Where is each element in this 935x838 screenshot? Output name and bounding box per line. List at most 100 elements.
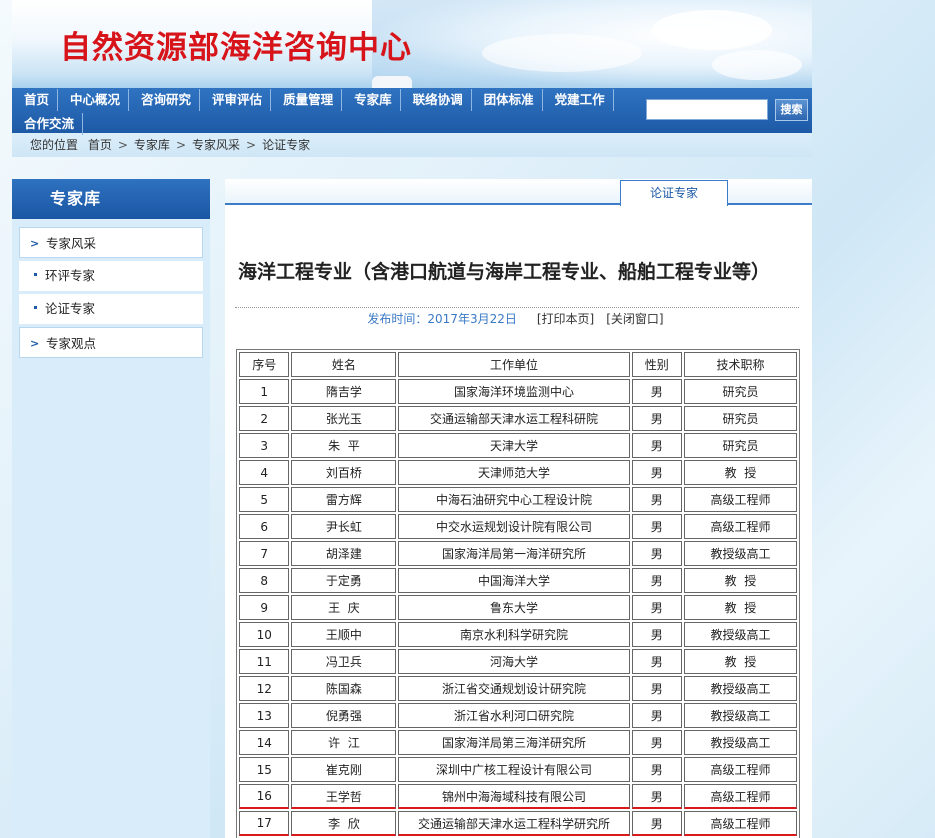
breadcrumb-link[interactable]: 论证专家 [262, 138, 310, 152]
breadcrumb-prefix: 您的位置 [30, 138, 79, 152]
publish-date: 2017年3月22日 [427, 312, 517, 326]
search-button[interactable]: 搜索 [775, 99, 808, 121]
table-cell: 男 [631, 568, 682, 593]
table-cell: 男 [631, 622, 682, 647]
sidebar-sub-item[interactable]: 环评专家 [19, 261, 203, 291]
nav-items: 首页 中心概况 咨询研究 评审评估 质量管理 专家库 联络协调 团体标准 党建工作合作交流 [12, 88, 622, 136]
table-cell: 10 [239, 622, 290, 647]
page: 自然资源部海洋咨询中心 首页 中心概况 咨询研究 评审评估 质量管理 专家库 联络协调 团体标… [12, 0, 812, 838]
table-cell: 男 [631, 379, 682, 404]
sidebar-item-label: 专家风采 [46, 236, 97, 251]
breadcrumb-link[interactable]: 专家库 [134, 138, 170, 152]
bullet-icon [34, 273, 37, 276]
table-row: 8 于定勇 中国海洋大学男教 授 [239, 568, 797, 593]
table-cell: 男 [631, 784, 682, 809]
table-cell: 研究员 [683, 379, 797, 404]
site-title: 自然资源部海洋咨询中心 [60, 30, 412, 66]
sidebar-item-label: 论证专家 [45, 301, 96, 316]
table-cell: 陈国森 [291, 676, 397, 701]
breadcrumb-separator: > [246, 138, 257, 152]
print-page-link[interactable]: [打印本页] [537, 312, 594, 326]
table-cell: 9 [239, 595, 290, 620]
article-title: 海洋工程专业（含港口航道与海岸工程专业、船舶工程专业等） [238, 261, 771, 283]
sidebar-menu: > 专家风采 环评专家 论证专家 > 专家观点 [12, 219, 210, 838]
table-cell: 崔克刚 [291, 757, 397, 782]
table-cell: 男 [631, 649, 682, 674]
table-cell: 男 [631, 811, 682, 836]
table-cell: 教授级高工 [683, 703, 797, 728]
table-cell: 男 [631, 703, 682, 728]
nav-item[interactable]: 评审评估 [200, 89, 272, 111]
table-cell: 刘百桥 [291, 460, 397, 485]
table-cell: 男 [631, 487, 682, 512]
table-cell: 6 [239, 514, 290, 539]
sidebar-section-item[interactable]: > 专家观点 [19, 327, 203, 358]
breadcrumb-separator: > [117, 138, 128, 152]
nav-item[interactable]: 专家库 [342, 89, 401, 111]
table-cell: 男 [631, 595, 682, 620]
nav-item[interactable]: 党建工作 [543, 89, 614, 111]
table-row: 5 雷方辉 中海石油研究中心工程设计院男高级工程师 [239, 487, 797, 512]
nav-item[interactable]: 联络协调 [401, 89, 472, 111]
banner-cloud [652, 10, 772, 50]
nav-item[interactable]: 中心概况 [58, 89, 130, 111]
banner-cloud [482, 34, 642, 72]
table-cell: 交通运输部天津水运工程科学研究所 [398, 811, 630, 836]
table-row: 12 陈国森 浙江省交通规划设计研究院男教授级高工 [239, 676, 797, 701]
search-input[interactable] [647, 100, 767, 119]
table-cell: 冯卫兵 [291, 649, 397, 674]
column-header: 序号 [239, 352, 290, 377]
table-cell: 教授级高工 [683, 730, 797, 755]
breadcrumb: 您的位置 首页 > 专家库 > 专家风采 > 论证专家 [12, 133, 812, 157]
table-row: 11 冯卫兵 河海大学男教 授 [239, 649, 797, 674]
table-cell: 教授级高工 [683, 622, 797, 647]
table-cell: 教授级高工 [683, 541, 797, 566]
sidebar-section-item[interactable]: > 专家风采 [19, 227, 203, 258]
nav-item[interactable]: 首页 [12, 89, 59, 111]
table-cell: 天津大学 [398, 433, 630, 458]
table-cell: 男 [631, 676, 682, 701]
table-cell: 研究员 [683, 406, 797, 431]
article-meta: 发布时间：2017年3月22日 [打印本页] [关闭窗口] [225, 310, 812, 327]
table-row: 2 张光玉 交通运输部天津水运工程科研院男研究员 [239, 406, 797, 431]
table-cell: 王 庆 [291, 595, 397, 620]
table-cell: 高级工程师 [683, 514, 797, 539]
table-cell: 浙江省水利河口研究院 [398, 703, 630, 728]
table-row: 9王 庆鲁东大学男教 授 [239, 595, 797, 620]
table-cell: 高级工程师 [683, 757, 797, 782]
nav-item[interactable]: 质量管理 [271, 89, 343, 111]
breadcrumb-separator: > [175, 138, 186, 152]
table-cell: 男 [631, 757, 682, 782]
search-box [646, 99, 768, 120]
table-cell: 许 江 [291, 730, 397, 755]
table-cell: 交通运输部天津水运工程科研院 [398, 406, 630, 431]
breadcrumb-link[interactable]: 首页 [88, 138, 112, 152]
table-cell: 雷方辉 [291, 487, 397, 512]
table-cell: 7 [239, 541, 290, 566]
publish-label: 发布时间： [367, 312, 428, 326]
main-nav: 首页 中心概况 咨询研究 评审评估 质量管理 专家库 联络协调 团体标准 党建工作合作交流 搜索 [12, 88, 812, 136]
table-cell: 南京水利科学研究院 [398, 622, 630, 647]
close-window-link[interactable]: [关闭窗口] [606, 312, 663, 326]
nav-item[interactable]: 团体标准 [472, 89, 543, 111]
table-cell: 浙江省交通规划设计研究院 [398, 676, 630, 701]
lighthouse-graphic [372, 76, 412, 88]
table-cell: 王学哲 [291, 784, 397, 809]
table-cell: 中国海洋大学 [398, 568, 630, 593]
sidebar-sub-item[interactable]: 论证专家 [19, 294, 203, 324]
table-cell: 高级工程师 [683, 784, 797, 809]
table-cell: 高级工程师 [683, 487, 797, 512]
nav-item[interactable]: 咨询研究 [129, 89, 201, 111]
table-cell: 男 [631, 433, 682, 458]
table-cell: 2 [239, 406, 290, 431]
table-cell: 男 [631, 730, 682, 755]
tab-lunzheng-experts[interactable]: 论证专家 [620, 180, 728, 206]
chevron-right-icon: > [30, 337, 40, 350]
table-cell: 中交水运规划设计院有限公司 [398, 514, 630, 539]
sidebar-item-label: 专家观点 [46, 336, 97, 351]
nav-item[interactable]: 合作交流 [12, 113, 84, 135]
breadcrumb-link[interactable]: 专家风采 [192, 138, 240, 152]
table-cell: 李 欣 [291, 811, 397, 836]
column-header: 姓名 [291, 352, 397, 377]
experts-table: 序号 姓名 工作单位 性别 技术职称 1 隋吉学 国家海洋环境监测中心男研究员 2 张光玉 交通运… [236, 349, 800, 838]
